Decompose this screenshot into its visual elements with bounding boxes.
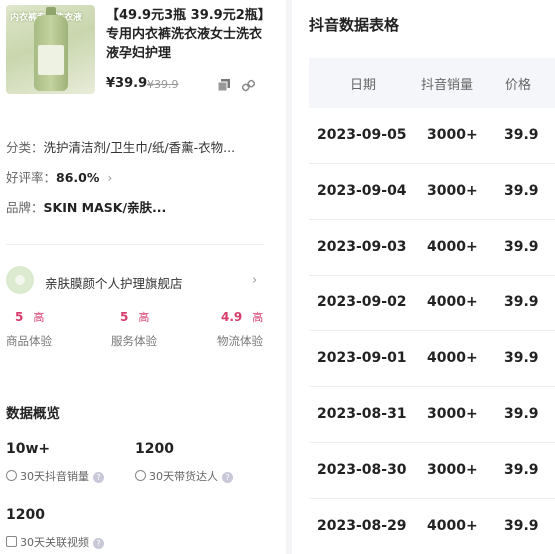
cell-sales: 4000+	[427, 294, 478, 311]
cell-price: 39.9	[504, 238, 539, 255]
header-price[interactable]: 价格	[505, 74, 531, 93]
table-row: 2023-08-31 3000+ 39.9	[309, 387, 555, 443]
cell-sales: 3000+	[427, 127, 478, 143]
cell-sales: 4000+	[427, 517, 478, 534]
product-title[interactable]: 【49.9元3瓶 39.9元2瓶】专用内衣裤洗衣液女士洗衣液孕妇护理	[106, 6, 266, 63]
help-icon[interactable]: ?	[93, 472, 104, 483]
stat-video-label: 30天关联视频?	[6, 534, 104, 550]
brand-value: SKIN MASK/亲肤...	[43, 200, 167, 215]
category-row: 分类：洗护清洁剂/卫生巾/纸/香薰-衣物...	[6, 137, 235, 156]
cell-sales: 3000+	[427, 461, 478, 478]
score-logistics: 4.9 高	[221, 310, 264, 324]
cell-sales: 3000+	[427, 182, 478, 199]
cell-date: 2023-09-01	[317, 350, 407, 367]
cell-date: 2023-09-02	[317, 294, 407, 311]
data-table-panel: 抖音数据表格 日期 抖音销量 价格 2023-09-05 3000+ 39.9 202…	[292, 0, 555, 554]
cell-price: 39.9	[504, 461, 539, 478]
cell-date: 2023-08-30	[317, 461, 407, 478]
cell-price: 39.9	[504, 517, 539, 534]
score-service-label: 服务体验	[111, 334, 157, 348]
link-icon[interactable]	[242, 79, 255, 92]
rating-label: 好评率：	[6, 170, 57, 185]
video-icon	[6, 536, 17, 547]
cell-price: 39.9	[504, 127, 539, 143]
score-service: 5高	[120, 310, 150, 324]
store-chevron-icon[interactable]: ›	[252, 273, 257, 288]
score-product-label: 商品体验	[6, 334, 52, 348]
cell-sales: 4000+	[427, 238, 478, 255]
bottle-label	[38, 45, 64, 75]
score-product: 5高	[15, 310, 45, 324]
table-row: 2023-09-02 4000+ 39.9	[309, 275, 555, 332]
cell-sales: 3000+	[427, 406, 478, 422]
dollar-circle-icon	[6, 470, 17, 481]
store-name[interactable]: 亲肤膜颜个人护理旗舰店	[45, 273, 183, 292]
category-label: 分类：	[6, 140, 44, 155]
cell-price: 39.9	[504, 182, 539, 199]
cell-price: 39.9	[504, 406, 539, 422]
header-date[interactable]: 日期	[350, 74, 376, 93]
stat-sales-value: 10w+	[6, 441, 51, 457]
stat-influencer-label: 30天带货达人?	[135, 468, 233, 484]
brand-label: 品牌：	[6, 200, 44, 215]
stat-video-value: 1200	[6, 507, 45, 523]
product-price: ¥39.9	[106, 76, 148, 91]
stat-sales-label: 30天抖音销量?	[6, 468, 104, 484]
score-logistics-label: 物流体验	[217, 334, 263, 348]
cell-date: 2023-09-05	[317, 127, 407, 143]
stat-influencer-value: 1200	[135, 441, 174, 457]
table-header: 日期 抖音销量 价格	[309, 58, 555, 108]
table-row: 2023-08-29 4000+ 39.9	[309, 499, 555, 554]
table-row: 2023-08-30 3000+ 39.9	[309, 443, 555, 499]
product-panel: 内衣裤专用洗衣液 【49.9元3瓶 39.9元2瓶】专用内衣裤洗衣液女士洗衣液孕…	[0, 0, 272, 554]
header-sales[interactable]: 抖音销量	[421, 74, 473, 93]
product-image[interactable]: 内衣裤专用洗衣液	[6, 5, 95, 94]
cell-date: 2023-08-31	[317, 406, 407, 422]
product-price-old: ¥39.9	[147, 78, 179, 91]
store-avatar[interactable]	[6, 266, 34, 294]
overview-title: 数据概览	[6, 406, 60, 422]
help-icon[interactable]: ?	[222, 472, 233, 483]
rating-value: 86.0%	[56, 170, 100, 185]
category-value: 洗护清洁剂/卫生巾/纸/香薰-衣物...	[43, 140, 236, 155]
rating-row[interactable]: 好评率：86.0% ›	[6, 167, 112, 186]
person-circle-icon	[135, 470, 146, 481]
rating-chevron-icon[interactable]: ›	[107, 170, 112, 185]
table-row: 2023-09-03 4000+ 39.9	[309, 220, 555, 276]
cell-date: 2023-09-03	[317, 238, 407, 255]
cell-date: 2023-08-29	[317, 517, 407, 534]
copy-icon[interactable]	[218, 79, 230, 91]
cell-date: 2023-09-04	[317, 182, 407, 199]
cell-sales: 4000+	[427, 350, 478, 367]
divider	[6, 244, 264, 245]
help-icon[interactable]: ?	[93, 538, 104, 549]
cell-price: 39.9	[504, 350, 539, 367]
table-row: 2023-09-01 4000+ 39.9	[309, 331, 555, 388]
table-title: 抖音数据表格	[309, 16, 400, 34]
brand-row: 品牌：SKIN MASK/亲肤...	[6, 197, 166, 216]
table-row: 2023-09-05 3000+ 39.9	[309, 108, 555, 164]
cell-price: 39.9	[504, 294, 539, 311]
table-row: 2023-09-04 3000+ 39.9	[309, 164, 555, 220]
